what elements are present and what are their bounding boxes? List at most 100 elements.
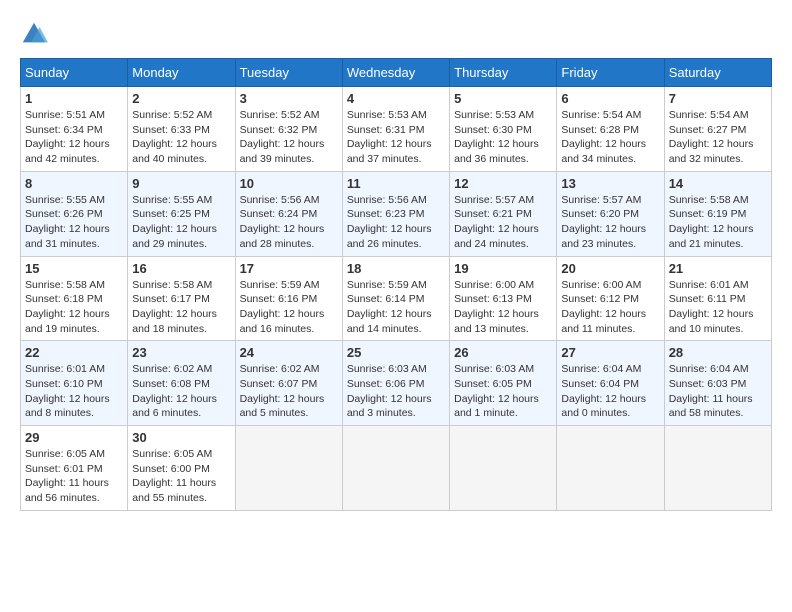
calendar-day-cell: 5 Sunrise: 5:53 AMSunset: 6:30 PMDaylight… [450, 87, 557, 172]
calendar-day-cell [664, 426, 771, 511]
calendar-day-cell: 29 Sunrise: 6:05 AMSunset: 6:01 PMDayligh… [21, 426, 128, 511]
day-number: 17 [240, 261, 338, 276]
day-number: 21 [669, 261, 767, 276]
header-day: Wednesday [342, 59, 449, 87]
day-number: 1 [25, 91, 123, 106]
calendar-day-cell: 22Sunrise: 6:01 AMSunset: 6:10 PMDayligh… [21, 341, 128, 426]
day-number: 19 [454, 261, 552, 276]
calendar-day-cell: 17 Sunrise: 5:59 AMSunset: 6:16 PMDayligh… [235, 256, 342, 341]
day-info: Sunrise: 6:01 AMSunset: 6:11 PMDaylight:… [669, 278, 767, 337]
calendar-week-row: 29 Sunrise: 6:05 AMSunset: 6:01 PMDayligh… [21, 426, 772, 511]
calendar-day-cell: 20 Sunrise: 6:00 AMSunset: 6:12 PMDayligh… [557, 256, 664, 341]
header-day: Thursday [450, 59, 557, 87]
calendar-week-row: 8 Sunrise: 5:55 AMSunset: 6:26 PMDaylight… [21, 171, 772, 256]
header-day: Sunday [21, 59, 128, 87]
day-number: 28 [669, 345, 767, 360]
day-number: 4 [347, 91, 445, 106]
day-number: 26 [454, 345, 552, 360]
calendar-day-cell [557, 426, 664, 511]
calendar-day-cell: 10 Sunrise: 5:56 AMSunset: 6:24 PMDayligh… [235, 171, 342, 256]
header-row: SundayMondayTuesdayWednesdayThursdayFrid… [21, 59, 772, 87]
calendar-day-cell: 16 Sunrise: 5:58 AMSunset: 6:17 PMDayligh… [128, 256, 235, 341]
calendar-week-row: 15Sunrise: 5:58 AMSunset: 6:18 PMDayligh… [21, 256, 772, 341]
day-number: 11 [347, 176, 445, 191]
calendar-day-cell: 19 Sunrise: 6:00 AMSunset: 6:13 PMDayligh… [450, 256, 557, 341]
day-number: 27 [561, 345, 659, 360]
calendar-day-cell: 7 Sunrise: 5:54 AMSunset: 6:27 PMDaylight… [664, 87, 771, 172]
logo-icon [20, 20, 48, 48]
calendar-day-cell: 25 Sunrise: 6:03 AMSunset: 6:06 PMDayligh… [342, 341, 449, 426]
calendar-day-cell [235, 426, 342, 511]
day-info: Sunrise: 6:01 AMSunset: 6:10 PMDaylight:… [25, 362, 123, 421]
calendar-day-cell: 13Sunrise: 5:57 AMSunset: 6:20 PMDayligh… [557, 171, 664, 256]
day-number: 14 [669, 176, 767, 191]
day-number: 29 [25, 430, 123, 445]
calendar-day-cell: 11 Sunrise: 5:56 AMSunset: 6:23 PMDayligh… [342, 171, 449, 256]
calendar-day-cell [342, 426, 449, 511]
day-info: Sunrise: 5:54 AMSunset: 6:28 PMDaylight:… [561, 108, 659, 167]
calendar-day-cell: 15Sunrise: 5:58 AMSunset: 6:18 PMDayligh… [21, 256, 128, 341]
calendar-day-cell: 4Sunrise: 5:53 AMSunset: 6:31 PMDaylight… [342, 87, 449, 172]
calendar-day-cell: 14 Sunrise: 5:58 AMSunset: 6:19 PMDayligh… [664, 171, 771, 256]
day-number: 10 [240, 176, 338, 191]
day-number: 20 [561, 261, 659, 276]
day-info: Sunrise: 5:59 AMSunset: 6:16 PMDaylight:… [240, 278, 338, 337]
header-day: Tuesday [235, 59, 342, 87]
day-info: Sunrise: 5:56 AMSunset: 6:23 PMDaylight:… [347, 193, 445, 252]
day-info: Sunrise: 6:03 AMSunset: 6:06 PMDaylight:… [347, 362, 445, 421]
day-number: 24 [240, 345, 338, 360]
day-info: Sunrise: 6:00 AMSunset: 6:13 PMDaylight:… [454, 278, 552, 337]
calendar-day-cell: 27 Sunrise: 6:04 AMSunset: 6:04 PMDayligh… [557, 341, 664, 426]
day-number: 5 [454, 91, 552, 106]
day-number: 16 [132, 261, 230, 276]
calendar-day-cell [450, 426, 557, 511]
calendar-day-cell: 26 Sunrise: 6:03 AMSunset: 6:05 PMDayligh… [450, 341, 557, 426]
day-info: Sunrise: 6:00 AMSunset: 6:12 PMDaylight:… [561, 278, 659, 337]
header-day: Monday [128, 59, 235, 87]
day-info: Sunrise: 5:52 AMSunset: 6:33 PMDaylight:… [132, 108, 230, 167]
calendar-day-cell: 1 Sunrise: 5:51 AMSunset: 6:34 PMDaylight… [21, 87, 128, 172]
calendar-day-cell: 21 Sunrise: 6:01 AMSunset: 6:11 PMDayligh… [664, 256, 771, 341]
day-info: Sunrise: 6:04 AMSunset: 6:04 PMDaylight:… [561, 362, 659, 421]
calendar-header: SundayMondayTuesdayWednesdayThursdayFrid… [21, 59, 772, 87]
day-number: 8 [25, 176, 123, 191]
day-info: Sunrise: 5:53 AMSunset: 6:30 PMDaylight:… [454, 108, 552, 167]
day-number: 30 [132, 430, 230, 445]
day-info: Sunrise: 5:58 AMSunset: 6:19 PMDaylight:… [669, 193, 767, 252]
calendar-week-row: 1 Sunrise: 5:51 AMSunset: 6:34 PMDaylight… [21, 87, 772, 172]
day-info: Sunrise: 5:52 AMSunset: 6:32 PMDaylight:… [240, 108, 338, 167]
calendar-day-cell: 9Sunrise: 5:55 AMSunset: 6:25 PMDaylight… [128, 171, 235, 256]
day-info: Sunrise: 5:58 AMSunset: 6:17 PMDaylight:… [132, 278, 230, 337]
calendar-day-cell: 2 Sunrise: 5:52 AMSunset: 6:33 PMDaylight… [128, 87, 235, 172]
day-info: Sunrise: 5:51 AMSunset: 6:34 PMDaylight:… [25, 108, 123, 167]
calendar-day-cell: 12Sunrise: 5:57 AMSunset: 6:21 PMDayligh… [450, 171, 557, 256]
day-info: Sunrise: 5:55 AMSunset: 6:26 PMDaylight:… [25, 193, 123, 252]
calendar-day-cell: 28 Sunrise: 6:04 AMSunset: 6:03 PMDayligh… [664, 341, 771, 426]
calendar-day-cell: 30 Sunrise: 6:05 AMSunset: 6:00 PMDayligh… [128, 426, 235, 511]
day-info: Sunrise: 6:05 AMSunset: 6:01 PMDaylight:… [25, 447, 123, 506]
logo [20, 20, 52, 48]
day-number: 3 [240, 91, 338, 106]
day-number: 12 [454, 176, 552, 191]
day-info: Sunrise: 6:05 AMSunset: 6:00 PMDaylight:… [132, 447, 230, 506]
calendar-day-cell: 24Sunrise: 6:02 AMSunset: 6:07 PMDayligh… [235, 341, 342, 426]
day-info: Sunrise: 5:58 AMSunset: 6:18 PMDaylight:… [25, 278, 123, 337]
calendar-day-cell: 6 Sunrise: 5:54 AMSunset: 6:28 PMDaylight… [557, 87, 664, 172]
calendar-body: 1 Sunrise: 5:51 AMSunset: 6:34 PMDaylight… [21, 87, 772, 511]
calendar-table: SundayMondayTuesdayWednesdayThursdayFrid… [20, 58, 772, 511]
calendar-week-row: 22Sunrise: 6:01 AMSunset: 6:10 PMDayligh… [21, 341, 772, 426]
calendar-day-cell: 18 Sunrise: 5:59 AMSunset: 6:14 PMDayligh… [342, 256, 449, 341]
day-info: Sunrise: 5:54 AMSunset: 6:27 PMDaylight:… [669, 108, 767, 167]
day-info: Sunrise: 5:59 AMSunset: 6:14 PMDaylight:… [347, 278, 445, 337]
day-number: 6 [561, 91, 659, 106]
day-info: Sunrise: 5:56 AMSunset: 6:24 PMDaylight:… [240, 193, 338, 252]
day-info: Sunrise: 6:03 AMSunset: 6:05 PMDaylight:… [454, 362, 552, 421]
day-number: 18 [347, 261, 445, 276]
day-info: Sunrise: 6:02 AMSunset: 6:08 PMDaylight:… [132, 362, 230, 421]
day-number: 23 [132, 345, 230, 360]
day-number: 2 [132, 91, 230, 106]
header-day: Friday [557, 59, 664, 87]
day-number: 7 [669, 91, 767, 106]
day-info: Sunrise: 6:04 AMSunset: 6:03 PMDaylight:… [669, 362, 767, 421]
day-number: 25 [347, 345, 445, 360]
